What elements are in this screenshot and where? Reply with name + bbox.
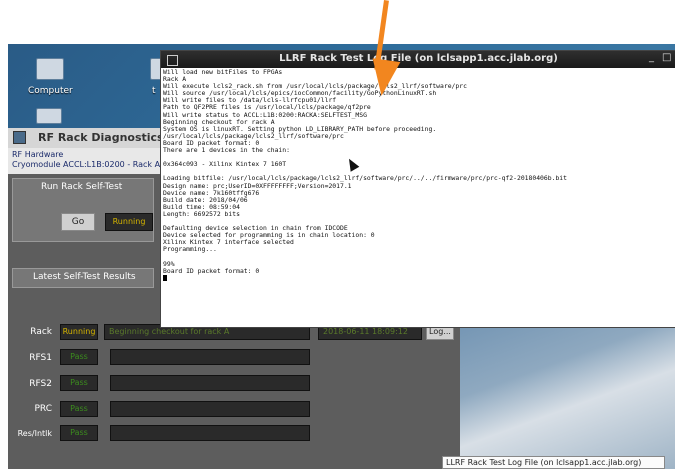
terminal-line: Programming... [163,245,217,254]
rfs1-message [110,349,310,365]
latest-results-header: Latest Self-Test Results [12,268,154,288]
terminal-line: There are 1 devices in the chain: [163,146,290,155]
rack-status: Running [60,324,98,340]
terminal-cursor [163,274,167,281]
cryomodule-label: Cryomodule ACCL:L1B:0200 - Rack A [12,160,161,169]
rfs1-status: Pass [60,349,98,365]
res-intlk-message [110,425,310,441]
terminal-output[interactable]: Will load new bitFiles to FPGAs Rack A Wil… [161,68,674,326]
res-intlk-status: Pass [60,425,98,441]
run-self-test-heading: Run Rack Self-Test [41,182,123,192]
window-menu-icon[interactable] [13,131,26,144]
row-label-rfs1: RFS1 [29,353,52,363]
prc-message [110,401,310,417]
taskbar-window-tooltip[interactable]: LLRF Rack Test Log File (on lclsapp1.acc… [442,456,665,469]
row-label-rack: Rack [30,327,52,337]
run-self-test-panel: Run Rack Self-Test Go Running [12,178,154,242]
terminal-line: Board ID packet format: 0 [163,266,260,275]
computer-icon[interactable] [36,58,64,80]
rfs2-message [110,375,310,391]
annotation-arrow-icon [367,58,401,98]
desktop-icon-label-2: t [152,86,156,96]
terminal-cursor-line [163,274,674,282]
self-test-running-status: Running [105,213,153,231]
terminal-title: LLRF Rack Test Log File (on lclsapp1.acc… [279,53,558,64]
maximize-icon[interactable]: □ [662,52,671,63]
row-label-res-intlk: Res/Intlk [17,429,52,438]
go-button[interactable]: Go [61,213,95,231]
prc-status: Pass [60,401,98,417]
latest-results-heading: Latest Self-Test Results [33,272,136,282]
desktop-icon-label-computer: Computer [28,86,73,96]
rf-hardware-label: RF Hardware [12,150,64,159]
terminal-line: Will load new bitFiles to FPGAs [163,68,283,76]
row-label-rfs2: RFS2 [29,379,52,389]
row-label-prc: PRC [34,404,52,414]
minimize-icon[interactable]: _ [649,52,654,63]
terminal-line: 0x364c093 - Xilinx Kintex 7 160T [163,160,287,169]
terminal-titlebar[interactable]: LLRF Rack Test Log File (on lclsapp1.acc… [161,51,675,68]
home-folder-icon[interactable] [36,108,62,124]
terminal-line: Length: 6692572 bits [163,209,240,218]
terminal-line: Xilinx Kintex 7 interface selected [163,238,294,247]
rfs2-status: Pass [60,375,98,391]
log-file-terminal-window: LLRF Rack Test Log File (on lclsapp1.acc… [160,50,675,328]
